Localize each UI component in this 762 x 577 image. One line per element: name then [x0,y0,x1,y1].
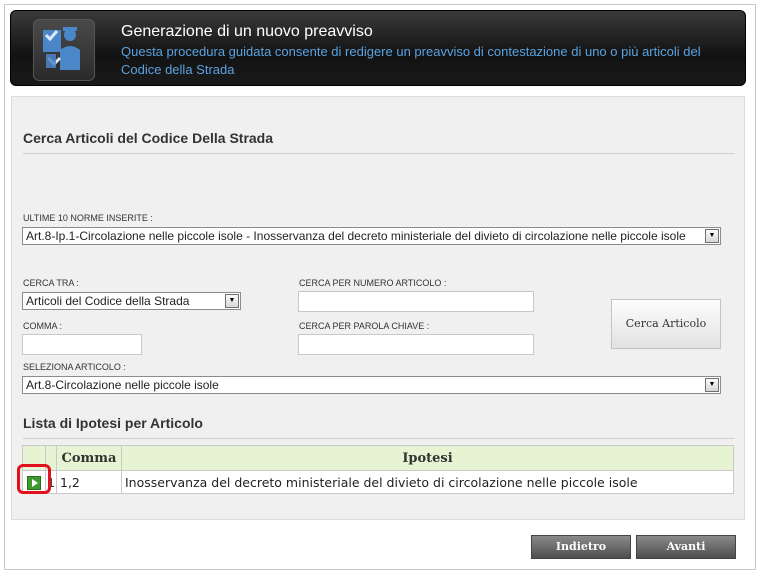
chevron-down-icon[interactable]: ▼ [225,294,239,308]
highlight-box [17,464,51,494]
table-row: 1 1,2 Inosservanza del decreto ministeri… [22,470,734,494]
keyword-input[interactable] [298,334,534,355]
article-number-label: CERCA PER NUMERO ARTICOLO : [299,278,447,288]
officer-document-icon [33,19,95,81]
comma-cell: 1,2 [56,470,122,494]
search-article-button[interactable]: Cerca Articolo [611,299,721,349]
ipotesi-cell: Inosservanza del decreto ministeriale de… [121,470,734,494]
select-article-select[interactable]: Art.8-Circolazione nelle piccole isole ▼ [22,376,721,394]
search-section-title: Cerca Articoli del Codice Della Strada [23,130,274,146]
divider [23,153,735,154]
page-subtitle: Questa procedura guidata consente di red… [121,44,701,77]
last-norms-label: ULTIME 10 NORME INSERITE : [23,213,153,223]
chevron-down-icon[interactable]: ▼ [705,229,719,243]
ipotesi-column-header: Ipotesi [121,445,734,471]
select-article-label: SELEZIONA ARTICOLO : [23,362,126,372]
select-article-value: Art.8-Circolazione nelle piccole isole [26,378,219,392]
comma-input[interactable] [22,334,142,355]
hypotheses-table: Comma Ipotesi 1 1,2 Inosservanza del dec… [22,445,734,494]
table-header-row: Comma Ipotesi [22,445,734,471]
next-button[interactable]: Avanti [636,535,736,559]
article-number-input[interactable] [298,291,534,312]
comma-column-header: Comma [56,445,122,471]
chevron-down-icon[interactable]: ▼ [705,378,719,392]
page-title: Generazione di un nuovo preavviso [121,23,373,40]
wizard-header: Generazione di un nuovo preavviso Questa… [10,10,746,86]
divider [23,438,735,439]
search-in-value: Articoli del Codice della Strada [26,294,190,308]
last-norms-value: Art.8-Ip.1-Circolazione nelle piccole is… [26,229,686,243]
last-norms-select[interactable]: Art.8-Ip.1-Circolazione nelle piccole is… [22,227,721,245]
comma-label: COMMA : [23,321,63,331]
keyword-label: CERCA PER PAROLA CHIAVE : [299,321,430,331]
search-panel: Cerca Articoli del Codice Della Strada U… [11,96,745,520]
search-in-select[interactable]: Articoli del Codice della Strada ▼ [22,292,241,310]
back-button[interactable]: Indietro [531,535,631,559]
search-in-label: CERCA TRA : [23,278,79,288]
hypotheses-section-title: Lista di Ipotesi per Articolo [23,415,203,431]
